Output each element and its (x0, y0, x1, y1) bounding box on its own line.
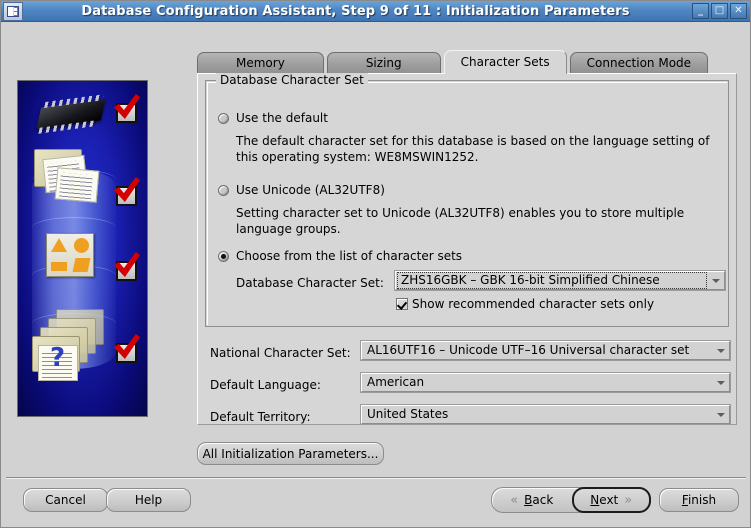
default-language-combo[interactable]: American (361, 373, 730, 392)
default-language-value: American (367, 375, 425, 389)
next-button[interactable]: Next » (571, 487, 651, 513)
maximize-icon[interactable]: □ (711, 3, 728, 19)
memory-chip-icon (36, 98, 106, 130)
question-mark-icon: ? (50, 343, 66, 373)
next-mnemonic: N (590, 493, 600, 507)
navigation-button-group: « Back Next » (491, 487, 651, 513)
chevron-down-icon (708, 272, 724, 289)
database-character-set-group: Database Character Set Use the default T… (205, 73, 729, 327)
radio-use-default[interactable]: Use the default (218, 111, 328, 126)
back-label-rest: ack (532, 493, 554, 507)
title-bar: Database Configuration Assistant, Step 9… (1, 1, 750, 22)
character-sets-panel: Database Character Set Use the default T… (197, 73, 737, 425)
radio-choose-from-list[interactable]: Choose from the list of character sets (218, 249, 462, 264)
dbca-illustration: ? (17, 80, 148, 417)
finish-label-rest: inish (687, 493, 717, 507)
radio-circle-use-default (218, 113, 229, 124)
checkmark-step-2-icon (116, 186, 137, 206)
documents-icon (34, 149, 100, 207)
national-character-set-value: AL16UTF16 – Unicode UTF–16 Universal cha… (367, 343, 690, 357)
tab-sizing[interactable]: Sizing (326, 52, 441, 74)
tab-character-sets[interactable]: Character Sets (443, 50, 567, 74)
checkmark-step-4-icon (116, 343, 137, 363)
schema-shapes-icon (46, 233, 94, 277)
dbca-window: Database Configuration Assistant, Step 9… (0, 0, 751, 528)
group-title: Database Character Set (216, 73, 368, 87)
window-controls: _ □ ✕ (692, 3, 747, 19)
dbca-app-icon (3, 1, 23, 21)
database-character-set-value: ZHS16GBK – GBK 16-bit Simplified Chinese (397, 272, 707, 289)
radio-circle-use-unicode (218, 185, 229, 196)
finish-button[interactable]: Finish (659, 488, 739, 512)
next-label-rest: ext (599, 493, 619, 507)
all-initialization-parameters-button[interactable]: All Initialization Parameters... (197, 442, 384, 465)
show-recommended-checkbox (396, 298, 408, 310)
label-default-language: Default Language: (210, 378, 321, 392)
default-territory-value: United States (367, 407, 449, 421)
chevron-down-icon (713, 374, 729, 391)
show-recommended-checkbox-row[interactable]: Show recommended character sets only (396, 297, 654, 311)
radio-label-use-unicode: Use Unicode (AL32UTF8) (236, 183, 385, 197)
footer-divider (6, 477, 746, 479)
description-use-default: The default character set for this datab… (236, 134, 710, 164)
minimize-icon[interactable]: _ (692, 3, 709, 19)
radio-label-use-default: Use the default (236, 111, 328, 125)
radio-use-unicode[interactable]: Use Unicode (AL32UTF8) (218, 183, 385, 198)
folder-stack-icon: ? (30, 309, 106, 381)
national-character-set-combo[interactable]: AL16UTF16 – Unicode UTF–16 Universal cha… (361, 341, 730, 360)
chevron-down-icon (713, 342, 729, 359)
back-button[interactable]: « Back (492, 488, 572, 512)
show-recommended-label: Show recommended character sets only (412, 297, 655, 311)
tab-memory[interactable]: Memory (197, 52, 324, 74)
label-national-character-set: National Character Set: (210, 346, 351, 360)
checkmark-step-1-icon (116, 103, 137, 123)
chevron-down-icon (713, 406, 729, 423)
checkmark-step-3-icon (116, 261, 137, 281)
radio-circle-choose-from-list (218, 251, 229, 262)
label-database-character-set: Database Character Set: (236, 276, 384, 290)
default-territory-combo[interactable]: United States (361, 405, 730, 424)
label-default-territory: Default Territory: (210, 410, 311, 424)
description-use-unicode: Setting character set to Unicode (AL32UT… (236, 206, 685, 236)
tab-connection-mode[interactable]: Connection Mode (569, 52, 709, 74)
tab-strip: Memory Sizing Character Sets Connection … (197, 50, 737, 74)
close-icon[interactable]: ✕ (730, 3, 747, 19)
radio-label-choose-from-list: Choose from the list of character sets (236, 249, 463, 263)
database-character-set-combo[interactable]: ZHS16GBK – GBK 16-bit Simplified Chinese (395, 271, 725, 290)
chevron-left-icon: « (510, 492, 519, 508)
window-title: Database Configuration Assistant, Step 9… (81, 3, 630, 19)
cancel-button[interactable]: Cancel (23, 488, 108, 512)
help-button[interactable]: Help (106, 488, 191, 512)
chevron-right-icon: » (624, 492, 633, 508)
